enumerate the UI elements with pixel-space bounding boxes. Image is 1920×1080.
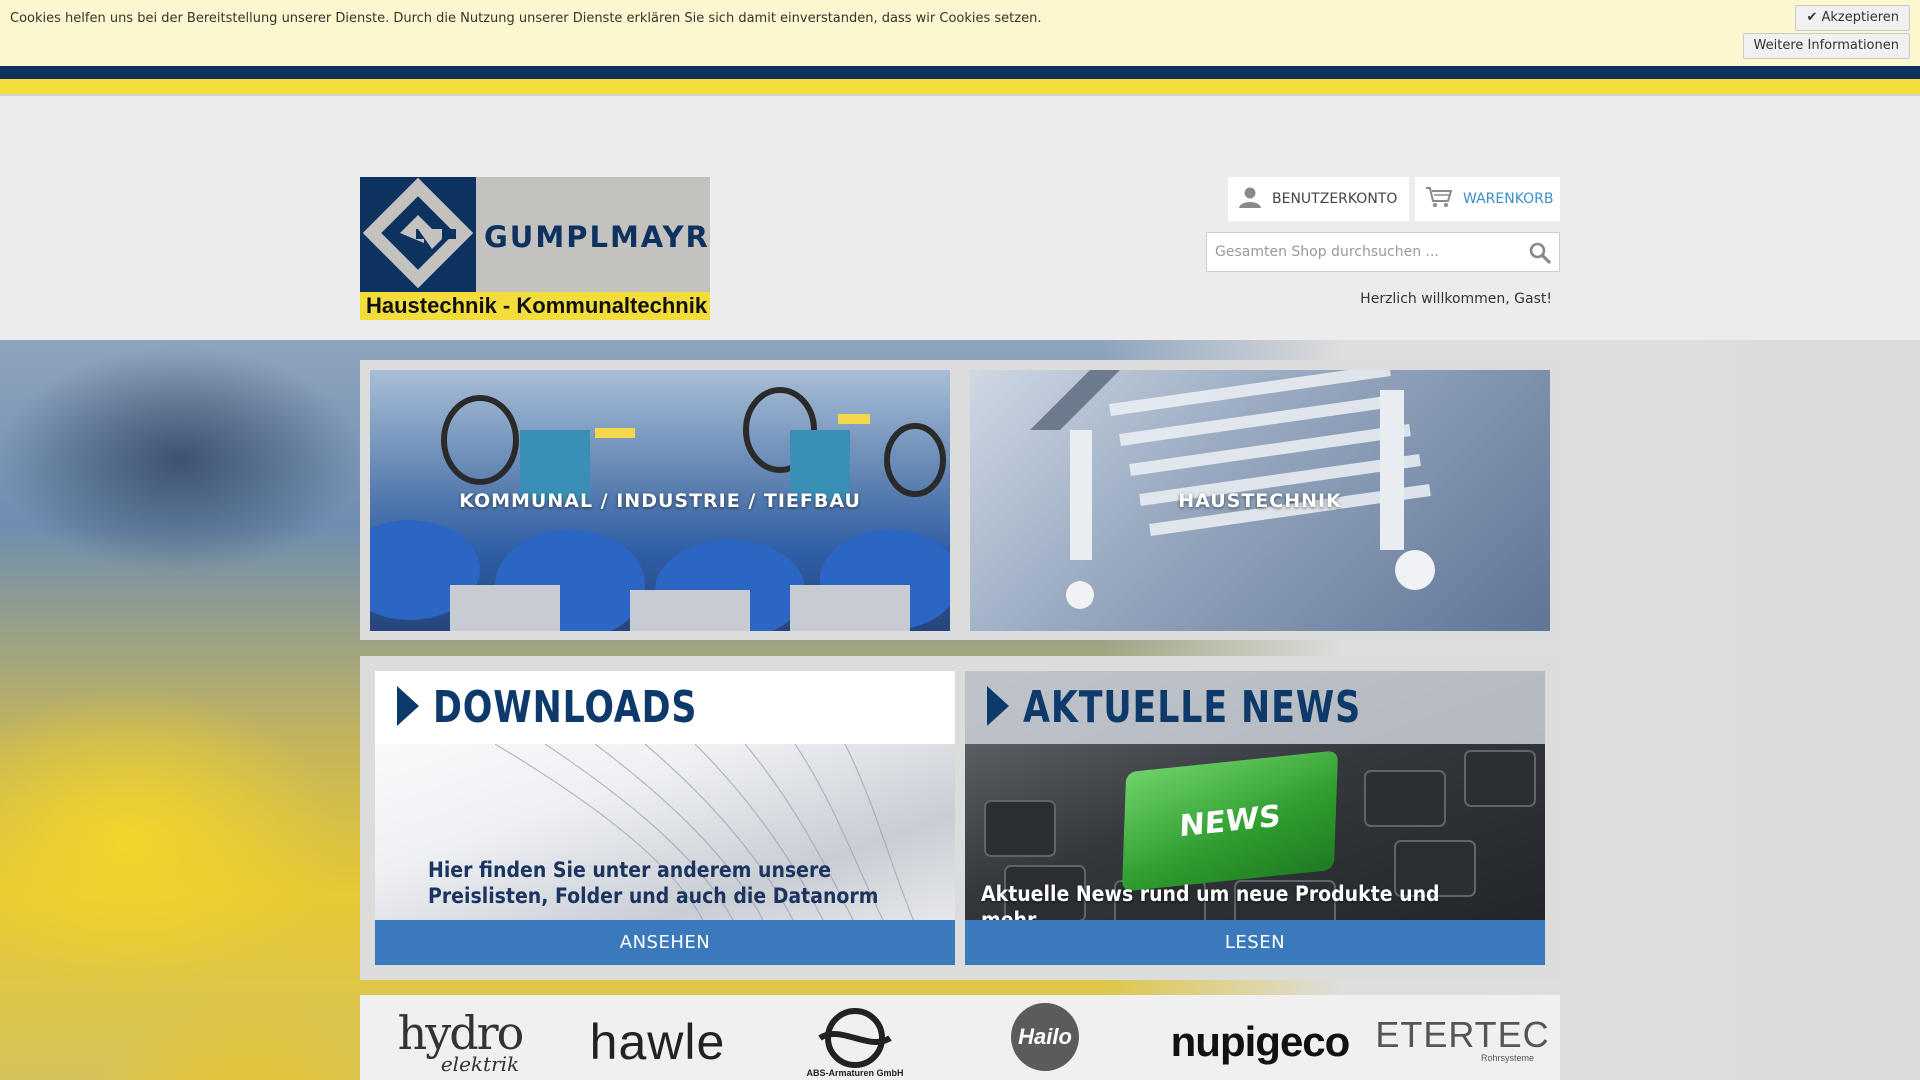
category-label-haustechnik: HAUSTECHNIK	[1178, 489, 1342, 512]
search-input[interactable]	[1207, 233, 1523, 271]
downloads-description-line-1: Hier finden Sie unter anderem unsere	[428, 858, 832, 882]
downloads-title: DOWNLOADS	[433, 682, 698, 733]
account-label: BENUTZERKONTO	[1272, 191, 1398, 207]
brand-name-hydro: hydro	[397, 1005, 525, 1060]
gumplmayr-logo-graphic: GUMPLMAYR Haustechnik - Kommunaltechnik	[360, 177, 710, 320]
play-arrow-icon	[987, 685, 1009, 730]
accept-cookies-button[interactable]: ✔ Akzeptieren	[1795, 5, 1910, 31]
brand-name-nupigeco: nupigeco	[1170, 1017, 1351, 1065]
logo-tagline: Haustechnik - Kommunaltechnik	[366, 293, 708, 318]
abs-emblem-icon	[818, 1007, 892, 1068]
brand-logo-hailo[interactable]: Hailo	[975, 1003, 1115, 1080]
cart-icon	[1425, 186, 1453, 212]
brand-name-abs: ABS-Armaturen GmbH	[806, 1067, 904, 1078]
news-key-label: NEWS	[1178, 798, 1282, 844]
site-logo[interactable]: GUMPLMAYR Haustechnik - Kommunaltechnik	[360, 177, 710, 320]
hailo-circle-icon: Hailo	[1011, 1003, 1079, 1071]
downloads-card[interactable]: DOWNLOADS Hier finden Sie unter anderem …	[375, 671, 955, 965]
brand-name-hawle: hawle	[589, 1013, 726, 1070]
news-card-header: AKTUELLE NEWS	[965, 671, 1545, 744]
news-key-graphic: NEWS	[1121, 750, 1339, 892]
news-title: AKTUELLE NEWS	[1023, 682, 1362, 733]
brand-logos-strip: hydro elektrik hawle ABS-Armaturen GmbH …	[360, 995, 1560, 1080]
cookie-bar: Cookies helfen uns bei der Bereitstellun…	[0, 0, 1920, 66]
header-stripe-yellow	[0, 79, 1920, 96]
logo-brand-text: GUMPLMAYR	[484, 220, 710, 254]
cart-button[interactable]: WARENKORB	[1415, 177, 1560, 221]
brand-sub-hydro: elektrik	[440, 1051, 520, 1076]
category-tile-kommunal[interactable]: KOMMUNAL / INDUSTRIE / TIEFBAU	[370, 370, 950, 631]
cookie-notice-text: Cookies helfen uns bei der Bereitstellun…	[10, 11, 1042, 26]
brand-sub-etertec: Rohrsysteme	[1480, 1053, 1534, 1063]
cart-label: WARENKORB	[1463, 191, 1554, 207]
downloads-card-header: DOWNLOADS	[375, 671, 955, 744]
news-card[interactable]: NEWS AKTUELLE NEWS Aktuelle News rund um…	[965, 671, 1545, 965]
downloads-description: Hier finden Sie unter anderem unsere Pre…	[428, 857, 896, 909]
brand-logo-etertec[interactable]: ETERTEC Rohrsysteme	[1370, 1003, 1555, 1080]
welcome-message: Herzlich willkommen, Gast!	[1360, 291, 1552, 307]
brand-name-hailo: Hailo	[1018, 1024, 1072, 1049]
search-icon[interactable]	[1529, 242, 1551, 268]
category-tile-haustechnik[interactable]: HAUSTECHNIK	[970, 370, 1550, 631]
brand-logo-nupigeco[interactable]: nupigeco	[1160, 1003, 1360, 1080]
brand-logo-hydro[interactable]: hydro elektrik	[380, 1003, 540, 1080]
play-arrow-icon	[397, 685, 419, 730]
header-stripe-blue	[0, 66, 1920, 79]
account-button[interactable]: BENUTZERKONTO	[1228, 177, 1409, 221]
brand-logo-abs[interactable]: ABS-Armaturen GmbH	[775, 1003, 935, 1080]
downloads-description-line-2: Preislisten, Folder und auch die Datanor…	[428, 884, 879, 908]
search-box	[1206, 232, 1560, 272]
read-news-button[interactable]: LESEN	[965, 920, 1545, 965]
brand-name-etertec: ETERTEC	[1375, 1014, 1550, 1055]
category-label-kommunal: KOMMUNAL / INDUSTRIE / TIEFBAU	[459, 489, 861, 512]
view-downloads-button[interactable]: ANSEHEN	[375, 920, 955, 965]
brand-logo-hawle[interactable]: hawle	[565, 1003, 750, 1080]
more-info-button[interactable]: Weitere Informationen	[1742, 33, 1910, 59]
user-icon	[1238, 186, 1262, 212]
